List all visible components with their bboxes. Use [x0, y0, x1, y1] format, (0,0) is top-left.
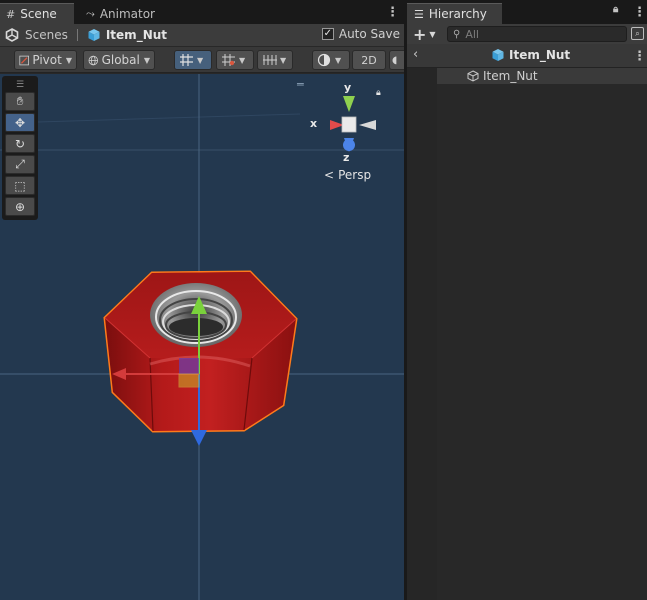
autosave-checkbox[interactable]: ✓	[321, 28, 334, 40]
snap-settings-toggle[interactable]: ▼	[257, 50, 293, 70]
pivot-dropdown[interactable]: Pivot ▼	[14, 50, 77, 70]
shading-sphere-icon	[317, 53, 331, 67]
lock-icon[interactable]: 🔒︎	[613, 5, 618, 15]
list-item-label: Item_Nut	[483, 69, 538, 83]
breadcrumb-separator	[76, 29, 78, 41]
tab-animator[interactable]: ⤳ Animator	[80, 3, 160, 24]
prefab-header-label: Item_Nut	[509, 48, 571, 62]
global-dropdown[interactable]: Global ▼	[83, 50, 155, 70]
pivot-label: Pivot	[32, 53, 62, 67]
chevron-down-icon: ▼	[335, 55, 342, 65]
search-icon: ⚲	[453, 28, 461, 40]
hand-icon: ✋︎	[16, 94, 24, 108]
projection-label: Persp	[338, 168, 372, 182]
increment-snap-icon	[222, 54, 235, 66]
breadcrumb: Scenes Item_Nut ✓ Auto Save	[0, 24, 404, 46]
scale-tool-button[interactable]: ⤢	[5, 155, 35, 174]
autosave-toggle[interactable]: ✓ Auto Save	[321, 27, 400, 41]
pivot-icon	[19, 55, 29, 65]
breadcrumb-scenes-label: Scenes	[25, 28, 68, 42]
shading-mode-dropdown[interactable]: ▼	[312, 50, 350, 70]
back-chevron-icon[interactable]: ‹	[413, 47, 418, 62]
animator-icon: ⤳	[86, 6, 95, 20]
increment-snap-toggle[interactable]: ▼	[216, 50, 254, 70]
snap-ruler-icon	[263, 55, 277, 65]
hierarchy-toolbar: + ▼ ⚲ All ⌕	[407, 24, 647, 44]
autosave-label: Auto Save	[338, 27, 400, 41]
rect-tool-button[interactable]: ⬚	[5, 176, 35, 195]
palette-grip-icon[interactable]: ☰	[5, 78, 35, 92]
gizmo-x-label: x	[310, 117, 318, 130]
tool-palette: ☰ ✋︎ ✥ ↻ ⤢ ⬚ ⊕	[2, 76, 38, 220]
search-placeholder: All	[465, 27, 479, 41]
rect-icon: ⬚	[14, 178, 26, 193]
chevron-down-icon: ▼	[280, 55, 287, 65]
move-icon: ✥	[14, 115, 26, 130]
globe-icon	[88, 55, 98, 65]
gizmo-z-label: z	[343, 151, 350, 164]
grid-snap-toggle[interactable]: ▼	[174, 50, 212, 70]
prefab-cube-icon	[492, 49, 504, 61]
gameobject-cube-icon	[467, 70, 479, 82]
prefab-menu-icon[interactable]: ⋮	[633, 50, 646, 63]
tab-scene[interactable]: # Scene	[0, 3, 74, 24]
scale-icon: ⤢	[15, 157, 25, 171]
hierarchy-list-icon: ☰	[414, 7, 424, 21]
audio-toggle[interactable]: ◖	[389, 50, 404, 70]
search-input[interactable]: ⚲ All	[447, 26, 627, 42]
grid-snap-icon	[180, 54, 193, 66]
plus-icon: +	[413, 25, 427, 44]
hierarchy-tabbar: ☰ Hierarchy 🔒︎ ⋮	[407, 0, 647, 24]
breadcrumb-scenes[interactable]: Scenes	[5, 28, 68, 42]
breadcrumb-current[interactable]: Item_Nut	[87, 28, 167, 42]
list-item[interactable]: Item_Nut	[437, 68, 647, 84]
move-tool-button[interactable]: ✥	[5, 113, 35, 132]
mode-2d-toggle[interactable]: 2D	[352, 50, 386, 70]
scene-panel: # Scene ⤳ Animator ⋮ Scenes Item_Nut ✓ A…	[0, 0, 404, 600]
rotate-tool-button[interactable]: ↻	[5, 134, 35, 153]
chevron-down-icon: ▼	[197, 55, 204, 65]
orientation-gizmo[interactable]	[330, 96, 376, 152]
tab-scene-label: Scene	[20, 7, 57, 21]
prefab-cube-icon	[88, 29, 100, 41]
scene-toolbar: Pivot ▼ Global ▼ ▼ ▼ ▼ ▼ 2D ◖	[0, 47, 404, 73]
hierarchy-panel: ☰ Hierarchy 🔒︎ ⋮ + ▼ ⚲ All ⌕ ‹ Item_Nut …	[407, 0, 647, 600]
grid-icon: #	[6, 7, 16, 21]
hierarchy-menu-icon[interactable]: ⋮	[633, 6, 646, 19]
speaker-icon: ◖	[392, 54, 398, 66]
search-by-type-icon[interactable]: ⌕	[631, 27, 644, 40]
mode-2d-label: 2D	[361, 53, 377, 67]
tab-animator-label: Animator	[99, 6, 155, 21]
lock-icon[interactable]: 🔒︎	[376, 88, 381, 98]
viewport-grip-icon: ═	[297, 78, 304, 91]
scene-viewport[interactable]: y x z	[0, 74, 404, 600]
axis-z-handle	[191, 430, 207, 446]
breadcrumb-current-label: Item_Nut	[105, 28, 168, 42]
projection-toggle[interactable]: < Persp	[324, 168, 371, 182]
tab-hierarchy-label: Hierarchy	[428, 7, 487, 21]
prefab-header-title: Item_Nut	[491, 48, 570, 62]
chevron-down-icon: ▼	[239, 55, 246, 65]
create-dropdown[interactable]: + ▼	[413, 25, 436, 44]
tab-hierarchy[interactable]: ☰ Hierarchy	[407, 3, 502, 24]
transform-tool-button[interactable]: ⊕	[5, 197, 35, 216]
scene-menu-icon[interactable]: ⋮	[386, 6, 399, 19]
rotate-icon: ↻	[14, 136, 26, 151]
chevron-down-icon: ▼	[429, 30, 436, 39]
chevron-down-icon: ▼	[65, 55, 72, 65]
prefab-header: ‹ Item_Nut ⋮	[407, 44, 647, 68]
unity-logo-icon	[5, 28, 19, 42]
transform-icon: ⊕	[14, 199, 26, 214]
chevron-down-icon: ▼	[143, 55, 150, 65]
hierarchy-gutter	[407, 68, 437, 600]
global-label: Global	[101, 53, 140, 67]
scene-tabbar: # Scene ⤳ Animator ⋮	[0, 0, 404, 24]
gizmo-y-label: y	[344, 81, 352, 94]
hand-tool-button[interactable]: ✋︎	[5, 92, 35, 111]
perspective-icon: <	[324, 168, 335, 182]
